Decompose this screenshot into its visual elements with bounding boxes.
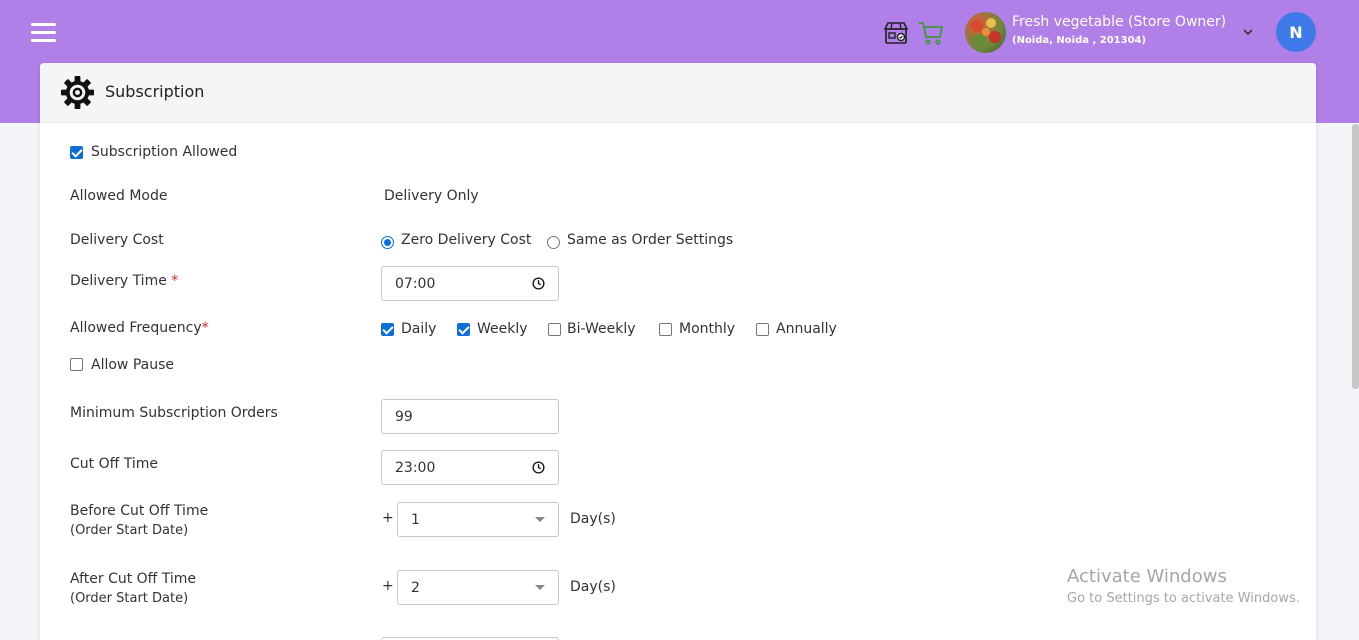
delivery-time-input[interactable]: 07:00 [381,266,559,301]
zero-delivery-cost-radio[interactable] [381,236,394,249]
frequency-daily-checkbox[interactable] [381,323,394,336]
store-icon[interactable] [883,20,909,46]
delivery-time-label: Delivery Time * [70,273,179,289]
same-as-order-settings-radio[interactable] [547,236,560,249]
before-cut-off-prefix: + [382,510,394,526]
cut-off-time-input[interactable]: 23:00 [381,450,559,485]
subscription-card: Subscription Subscription Allowed Allowe… [40,63,1316,640]
clock-icon[interactable] [532,461,545,474]
min-orders-label: Minimum Subscription Orders [70,405,278,421]
after-cut-off-unit: Day(s) [570,579,616,595]
after-cut-off-sublabel: (Order Start Date) [70,591,189,606]
delivery-cost-label: Delivery Cost [70,232,164,248]
caret-down-icon [535,585,545,590]
caret-down-icon [535,517,545,522]
frequency-weekly-checkbox[interactable] [457,323,470,336]
allow-pause-label[interactable]: Allow Pause [91,357,174,373]
before-cut-off-select[interactable]: 1 [397,502,559,537]
allow-pause-checkbox[interactable] [70,358,83,371]
same-as-order-settings-label[interactable]: Same as Order Settings [567,232,733,248]
card-title: Subscription [105,82,205,101]
store-avatar[interactable] [965,12,1006,53]
watermark-subtitle: Go to Settings to activate Windows. [1067,591,1300,606]
cart-icon[interactable] [918,20,944,46]
frequency-annually-label[interactable]: Annually [776,321,837,337]
page-scrollbar[interactable] [1352,124,1359,389]
menu-icon[interactable] [31,23,56,42]
delivery-time-value: 07:00 [395,275,436,292]
clock-icon[interactable] [532,277,545,290]
frequency-monthly-label[interactable]: Monthly [679,321,735,337]
frequency-monthly-checkbox[interactable] [659,323,672,336]
before-cut-off-label: Before Cut Off Time [70,503,209,519]
cut-off-time-label: Cut Off Time [70,456,158,472]
watermark-title: Activate Windows [1067,566,1227,587]
after-cut-off-select[interactable]: 2 [397,570,559,605]
min-orders-value: 99 [395,408,413,425]
min-orders-input[interactable]: 99 [381,399,559,434]
after-cut-off-value: 2 [411,579,420,596]
after-cut-off-label: After Cut Off Time [70,571,197,587]
store-address: (Noida, Noida , 201304) [1012,35,1147,46]
before-cut-off-value: 1 [411,511,420,528]
frequency-biweekly-checkbox[interactable] [548,323,561,336]
subscription-allowed-checkbox[interactable] [70,146,83,159]
allowed-mode-label: Allowed Mode [70,188,168,204]
user-avatar[interactable]: N [1276,12,1316,52]
frequency-biweekly-label[interactable]: Bi-Weekly [567,321,636,337]
frequency-annually-checkbox[interactable] [756,323,769,336]
subscription-allowed-label: Subscription Allowed [91,144,238,160]
frequency-weekly-label[interactable]: Weekly [477,321,528,337]
after-cut-off-prefix: + [382,578,394,594]
store-name[interactable]: Fresh vegetable (Store Owner) [1012,14,1226,30]
gear-icon [60,75,95,110]
cut-off-time-value: 23:00 [395,459,436,476]
before-cut-off-unit: Day(s) [570,511,616,527]
zero-delivery-cost-label[interactable]: Zero Delivery Cost [401,232,531,248]
frequency-daily-label[interactable]: Daily [401,321,436,337]
card-header: Subscription [40,63,1316,123]
allowed-frequency-label: Allowed Frequency* [70,320,209,336]
allowed-mode-value: Delivery Only [384,188,479,204]
before-cut-off-sublabel: (Order Start Date) [70,523,189,538]
chevron-down-icon[interactable] [1241,25,1255,39]
